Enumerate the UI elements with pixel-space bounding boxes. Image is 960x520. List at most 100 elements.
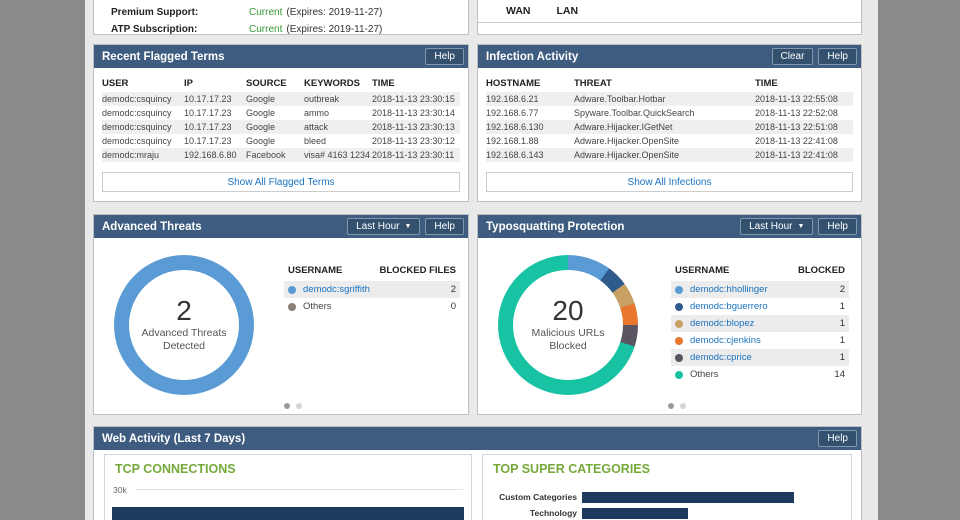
table-row[interactable]: 192.168.1.88Adware.Hijacker.OpenSite2018… (486, 134, 853, 148)
category-bar (582, 492, 794, 503)
table-cell: 10.17.17.23 (184, 94, 246, 104)
table-cell: demodc:csquincy (102, 94, 184, 104)
table-cell: Google (246, 108, 304, 118)
table-row[interactable]: 192.168.6.143Adware.Hijacker.OpenSite201… (486, 148, 853, 162)
tab-lan[interactable]: LAN (557, 5, 579, 22)
table-cell: 2018-11-13 23:30:12 (372, 136, 460, 146)
pagination-dot[interactable] (284, 403, 290, 409)
column-header: USER (102, 78, 184, 89)
subscription-row: ATP Subscription:Current (Expires: 2019-1… (94, 21, 468, 38)
table-cell: Google (246, 136, 304, 146)
table-row[interactable]: 192.168.6.130Adware.Hijacker.IGetNet2018… (486, 120, 853, 134)
show-all-infections-link[interactable]: Show All Infections (628, 177, 712, 188)
table-cell: bleed (304, 136, 372, 146)
advanced-threats-donut[interactable]: 2 Advanced Threats Detected (114, 255, 254, 395)
table-cell: visa# 4163 1234 1 (304, 150, 372, 160)
infections-head: HOSTNAMETHREATTIME (486, 74, 853, 92)
table-row[interactable]: demodc:csquincy10.17.17.23Googlebleed201… (102, 134, 460, 148)
typosquatting-header: Typosquatting Protection Last Hour▼ Help (478, 215, 861, 238)
table-cell: 2018-11-13 22:51:08 (755, 122, 853, 132)
typosquatting-donut[interactable]: 20 Malicious URLs Blocked (498, 255, 638, 395)
table-cell: attack (304, 122, 372, 132)
desktop-background: Premium Support:Current(Expires: 2019-11… (0, 0, 960, 520)
table-cell: 10.17.17.23 (184, 108, 246, 118)
legend-row[interactable]: demodc:cjenkins1 (671, 332, 849, 349)
legend-row[interactable]: demodc:sgriffith2 (284, 281, 460, 298)
table-row[interactable]: 192.168.6.21Adware.Toolbar.Hotbar2018-11… (486, 92, 853, 106)
show-all-flagged-link[interactable]: Show All Flagged Terms (227, 177, 334, 188)
subscription-label: ATP Subscription: (111, 24, 249, 35)
table-cell: Adware.Hijacker.IGetNet (574, 122, 755, 132)
legend-row[interactable]: Others0 (284, 298, 460, 315)
typosquatting-panel: Typosquatting Protection Last Hour▼ Help… (477, 214, 862, 415)
chevron-down-icon: ▼ (797, 219, 804, 234)
chevron-down-icon: ▼ (404, 219, 411, 234)
dashboard-page: Premium Support:Current(Expires: 2019-11… (85, 0, 878, 520)
help-button[interactable]: Help (425, 48, 464, 65)
super-categories-section: TOP SUPER CATEGORIES Custom CategoriesTe… (482, 454, 852, 520)
show-all-flagged-box: Show All Flagged Terms (102, 172, 460, 192)
legend-row[interactable]: Others14 (671, 366, 849, 383)
legend-color-dot (675, 303, 683, 311)
help-button[interactable]: Help (818, 218, 857, 235)
subscriptions-panel: Premium Support:Current(Expires: 2019-11… (93, 0, 469, 35)
donut-center-label: Malicious URLs Blocked (532, 327, 605, 353)
legend-username[interactable]: demodc:blopez (690, 318, 840, 329)
legend-row[interactable]: demodc:bguerrero1 (671, 298, 849, 315)
legend-color-dot (288, 286, 296, 294)
legend-username[interactable]: demodc:cjenkins (690, 335, 840, 346)
legend-value: 1 (840, 335, 845, 346)
pagination-dots (668, 403, 686, 409)
subscription-expires: (Expires: 2019-11-27) (286, 24, 382, 35)
table-row[interactable]: 192.168.6.77Spyware.Toolbar.QuickSearch2… (486, 106, 853, 120)
legend-value: 14 (834, 369, 845, 380)
tcp-area-chart (112, 507, 464, 520)
pagination-dot[interactable] (668, 403, 674, 409)
table-row[interactable]: demodc:csquincy10.17.17.23Googleammo2018… (102, 106, 460, 120)
legend-username[interactable]: demodc:sgriffith (303, 284, 451, 295)
legend-row[interactable]: demodc:blopez1 (671, 315, 849, 332)
table-row[interactable]: demodc:mraju192.168.6.80Facebookvisa# 41… (102, 148, 460, 162)
legend-username[interactable]: demodc:cprice (690, 352, 840, 363)
subscription-status: Current (249, 24, 282, 35)
donut-center: 2 Advanced Threats Detected (129, 270, 239, 380)
legend-value: 1 (840, 352, 845, 363)
panel-title: Web Activity (Last 7 Days) (102, 433, 813, 445)
period-dropdown[interactable]: Last Hour▼ (347, 218, 420, 235)
column-header: THREAT (574, 78, 755, 89)
period-dropdown[interactable]: Last Hour▼ (740, 218, 813, 235)
legend-color-dot (288, 303, 296, 311)
legend-row[interactable]: demodc:hhollinger2 (671, 281, 849, 298)
subscription-row: Premium Support:Current(Expires: 2019-11… (94, 4, 468, 21)
table-row[interactable]: demodc:csquincy10.17.17.23Googleattack20… (102, 120, 460, 134)
infection-activity-header: Infection Activity Clear Help (478, 45, 861, 68)
help-button[interactable]: Help (425, 218, 464, 235)
tab-wan[interactable]: WAN (506, 5, 531, 22)
legend-username[interactable]: demodc:bguerrero (690, 301, 840, 312)
super-categories-bars: Custom CategoriesTechnology (483, 489, 851, 520)
table-cell: 2018-11-13 22:52:08 (755, 108, 853, 118)
table-cell: 2018-11-13 23:30:15 (372, 94, 460, 104)
web-activity-panel: Web Activity (Last 7 Days) Help TCP CONN… (93, 426, 862, 520)
help-button[interactable]: Help (818, 430, 857, 447)
chart-title: TOP SUPER CATEGORIES (483, 455, 851, 479)
legend-row[interactable]: demodc:cprice1 (671, 349, 849, 366)
table-cell: 192.168.6.21 (486, 94, 574, 104)
table-cell: Adware.Hijacker.OpenSite (574, 136, 755, 146)
legend-color-dot (675, 371, 683, 379)
legend-value: 1 (840, 301, 845, 312)
infections-body: 192.168.6.21Adware.Toolbar.Hotbar2018-11… (478, 92, 861, 162)
legend-username[interactable]: demodc:hhollinger (690, 284, 840, 295)
donut-center: 20 Malicious URLs Blocked (513, 270, 623, 380)
pagination-dot[interactable] (296, 403, 302, 409)
help-button[interactable]: Help (818, 48, 857, 65)
gridline (135, 489, 463, 490)
table-cell: Google (246, 122, 304, 132)
pagination-dot[interactable] (680, 403, 686, 409)
table-cell: 192.168.6.80 (184, 150, 246, 160)
table-row[interactable]: demodc:csquincy10.17.17.23Googleoutbreak… (102, 92, 460, 106)
clear-button[interactable]: Clear (772, 48, 814, 65)
table-cell: 192.168.6.130 (486, 122, 574, 132)
donut-center-value: 2 (176, 296, 192, 327)
advanced-threats-legend-head: USERNAMEBLOCKED FILES (284, 265, 460, 281)
